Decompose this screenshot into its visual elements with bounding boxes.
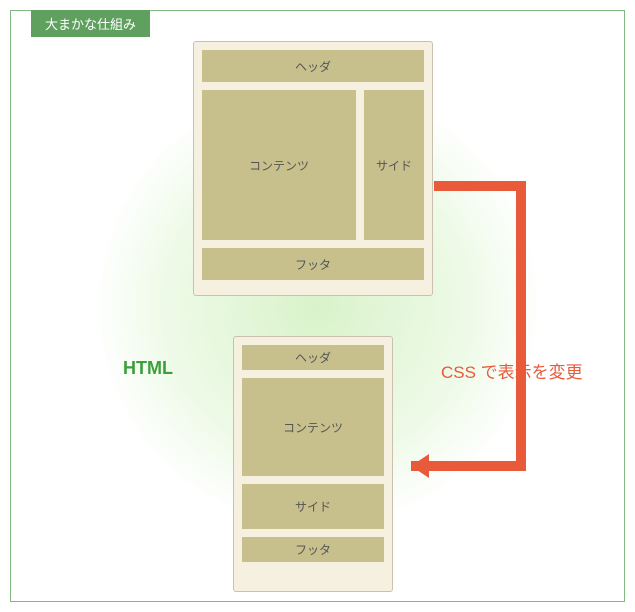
- block-content: コンテンツ: [242, 378, 384, 476]
- block-content: コンテンツ: [202, 90, 356, 240]
- block-side: サイド: [242, 484, 384, 529]
- block-header: ヘッダ: [202, 50, 424, 82]
- diagram-panel: 大まかな仕組み HTML CSS で表示を変更 ヘッダ コンテンツ サイド フッ…: [10, 10, 625, 602]
- block-footer: フッタ: [242, 537, 384, 562]
- css-label: CSS で表示を変更: [441, 358, 583, 383]
- block-footer: フッタ: [202, 248, 424, 280]
- block-header: ヘッダ: [242, 345, 384, 370]
- block-mid-row: コンテンツ サイド: [202, 90, 424, 240]
- panel-title: 大まかな仕組み: [31, 10, 150, 37]
- wireframe-mobile: ヘッダ コンテンツ サイド フッタ: [233, 336, 393, 592]
- block-side: サイド: [364, 90, 424, 240]
- wireframe-desktop: ヘッダ コンテンツ サイド フッタ: [193, 41, 433, 296]
- html-label: HTML: [123, 358, 173, 379]
